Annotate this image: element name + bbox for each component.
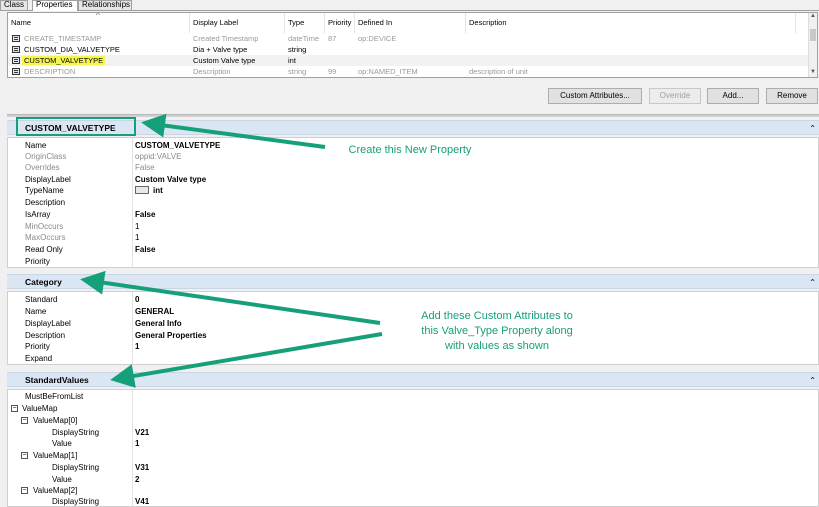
property-row[interactable]: Value 1 [8, 438, 818, 449]
table-row[interactable]: CUSTOM_DIA_VALVETYPE Dia + Valve type st… [8, 44, 808, 55]
custom-attributes-button[interactable]: Custom Attributes... [548, 88, 642, 104]
property-row[interactable]: Description [8, 197, 818, 208]
standard-values-section-header[interactable]: StandardValues ⌃ [7, 372, 819, 387]
tree-node-valuemap-1[interactable]: − ValueMap[1] [8, 450, 818, 461]
add-button[interactable]: Add... [707, 88, 759, 104]
tab-strip: Class Properties Relationships [0, 0, 819, 11]
tab-properties[interactable]: Properties [32, 0, 78, 11]
chevron-up-icon[interactable]: ⌃ [809, 275, 816, 290]
property-row[interactable]: Overrides False [8, 162, 818, 173]
minus-box-icon[interactable]: − [11, 405, 18, 412]
column-header-description[interactable]: Description [466, 13, 796, 33]
minus-box-icon[interactable]: − [21, 487, 28, 494]
property-row[interactable]: IsArray False [8, 209, 818, 220]
property-icon [12, 35, 20, 42]
chevron-up-icon[interactable]: ⌃ [809, 121, 816, 136]
property-row[interactable]: DisplayLabel Custom Valve type [8, 174, 818, 185]
tab-class[interactable]: Class [0, 0, 28, 10]
column-header-type[interactable]: Type [285, 13, 325, 33]
property-row[interactable]: DisplayString V41 [8, 496, 818, 507]
tree-node-valuemap-2[interactable]: − ValueMap[2] [8, 485, 818, 496]
property-row[interactable]: Value 2 [8, 474, 818, 485]
minus-box-icon[interactable]: − [21, 417, 28, 424]
category-section-header[interactable]: Category ⌃ [7, 274, 819, 289]
column-header-priority[interactable]: Priority [325, 13, 355, 33]
callout-highlight-box [16, 117, 136, 136]
vertical-scrollbar[interactable]: ▲ ▼ [808, 13, 817, 77]
column-header-name[interactable]: Name [8, 13, 190, 33]
chevron-up-icon[interactable]: ⌃ [809, 373, 816, 388]
callout-add-attributes: Add these Custom Attributes to this Valv… [421, 310, 573, 352]
property-row[interactable]: Read Only False [8, 244, 818, 255]
table-row[interactable]: DESCRIPTION Description string 99 op:NAM… [8, 66, 808, 77]
property-row[interactable]: MaxOccurs 1 [8, 232, 818, 243]
column-header-display-label[interactable]: Display Label [190, 13, 285, 33]
type-selector-icon[interactable] [135, 186, 149, 194]
property-row[interactable]: Expand [8, 353, 818, 364]
property-row[interactable]: DisplayString V21 [8, 427, 818, 438]
properties-grid: ^ Name Display Label Type Priority Defin… [7, 12, 818, 78]
tree-node-valuemap-0[interactable]: − ValueMap[0] [8, 415, 818, 426]
remove-button[interactable]: Remove [766, 88, 818, 104]
property-icon [12, 46, 20, 53]
property-row[interactable]: TypeName int [8, 185, 818, 196]
highlighted-name: CUSTOM_VALVETYPE [22, 56, 106, 65]
scroll-up-icon[interactable]: ▲ [810, 13, 816, 19]
property-row[interactable]: Priority [8, 256, 818, 267]
tree-node-valuemap[interactable]: − ValueMap [8, 403, 818, 414]
callout-create-property: Create this New Property [348, 144, 472, 156]
override-button[interactable]: Override [649, 88, 701, 104]
property-section-body: Name CUSTOM_VALVETYPE OriginClass oppid:VA… [7, 137, 819, 268]
property-row[interactable]: MustBeFromList [8, 391, 818, 402]
tab-relationships[interactable]: Relationships [78, 0, 132, 10]
property-icon [12, 57, 20, 64]
property-row[interactable]: DisplayString V31 [8, 462, 818, 473]
property-icon [12, 68, 20, 75]
standard-values-section-body: MustBeFromList − ValueMap − ValueMap[0] … [7, 389, 819, 507]
scrollbar-thumb[interactable] [810, 29, 816, 41]
table-row-selected[interactable]: CUSTOM_VALVETYPE Custom Valve type int [8, 55, 808, 66]
property-row[interactable]: MinOccurs 1 [8, 221, 818, 232]
scroll-down-icon[interactable]: ▼ [810, 69, 816, 75]
table-row[interactable]: CREATE_TIMESTAMP Created Timestamp dateT… [8, 33, 808, 44]
column-header-defined-in[interactable]: Defined In [355, 13, 466, 33]
minus-box-icon[interactable]: − [21, 452, 28, 459]
property-row[interactable]: Standard 0 [8, 294, 818, 305]
